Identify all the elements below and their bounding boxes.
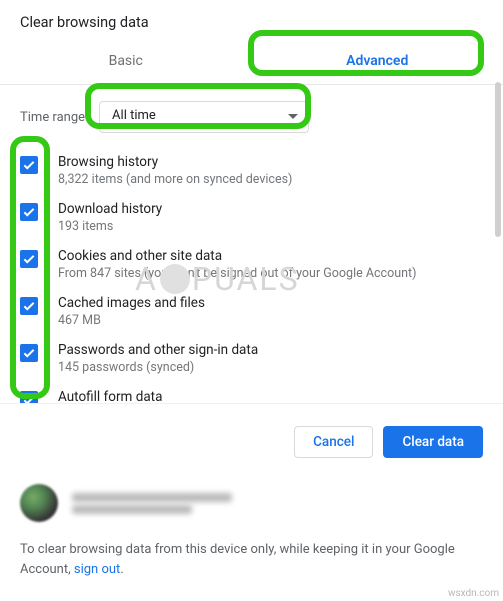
item-title: Browsing history <box>58 154 292 170</box>
clear-data-button[interactable]: Clear data <box>383 426 483 458</box>
item-title: Autofill form data <box>58 389 162 403</box>
checkbox[interactable] <box>20 156 38 174</box>
time-range-label: Time range <box>20 110 85 125</box>
list-item: Autofill form data <box>20 382 483 403</box>
checkbox[interactable] <box>20 250 38 268</box>
cancel-button[interactable]: Cancel <box>294 426 373 458</box>
item-title: Passwords and other sign-in data <box>58 342 258 358</box>
list-item: Passwords and other sign-in data 145 pass… <box>20 335 483 382</box>
footer-note: To clear browsing data from this device … <box>0 522 503 579</box>
options-list: Browsing history 8,322 items (and more on… <box>0 143 503 403</box>
time-range-value: All time <box>112 108 156 123</box>
item-title: Download history <box>58 201 162 217</box>
profile-email-redacted <box>72 505 192 514</box>
checkbox[interactable] <box>20 344 38 362</box>
item-subtitle: 467 MB <box>58 313 205 328</box>
sign-out-link[interactable]: sign out <box>74 562 120 577</box>
profile-name-redacted <box>72 493 232 502</box>
list-item: Cookies and other site data From 847 site… <box>20 241 483 288</box>
chevron-down-icon <box>288 114 298 119</box>
list-item: Browsing history 8,322 items (and more on… <box>20 147 483 194</box>
tab-basic[interactable]: Basic <box>0 41 252 84</box>
item-subtitle: 193 items <box>58 219 162 234</box>
checkbox[interactable] <box>20 203 38 221</box>
tab-advanced[interactable]: Advanced <box>252 41 503 84</box>
checkbox[interactable] <box>20 297 38 315</box>
scrollbar[interactable] <box>495 82 501 237</box>
site-tag: wsxdn.com <box>448 588 499 599</box>
item-title: Cookies and other site data <box>58 248 416 264</box>
item-subtitle: From 847 sites (you won't be signed out … <box>58 266 416 281</box>
item-subtitle: 8,322 items (and more on synced devices) <box>58 172 292 187</box>
footer-text-after: . <box>120 562 123 577</box>
time-range-dropdown[interactable]: All time <box>99 101 309 133</box>
list-item: Download history 193 items <box>20 194 483 241</box>
tabs: Basic Advanced <box>0 41 503 85</box>
item-subtitle: 145 passwords (synced) <box>58 360 258 375</box>
item-title: Cached images and files <box>58 295 205 311</box>
checkbox[interactable] <box>20 391 38 403</box>
dialog-title: Clear browsing data <box>20 14 483 31</box>
profile-block <box>0 474 503 522</box>
list-item: Cached images and files 467 MB <box>20 288 483 335</box>
avatar <box>20 484 58 522</box>
